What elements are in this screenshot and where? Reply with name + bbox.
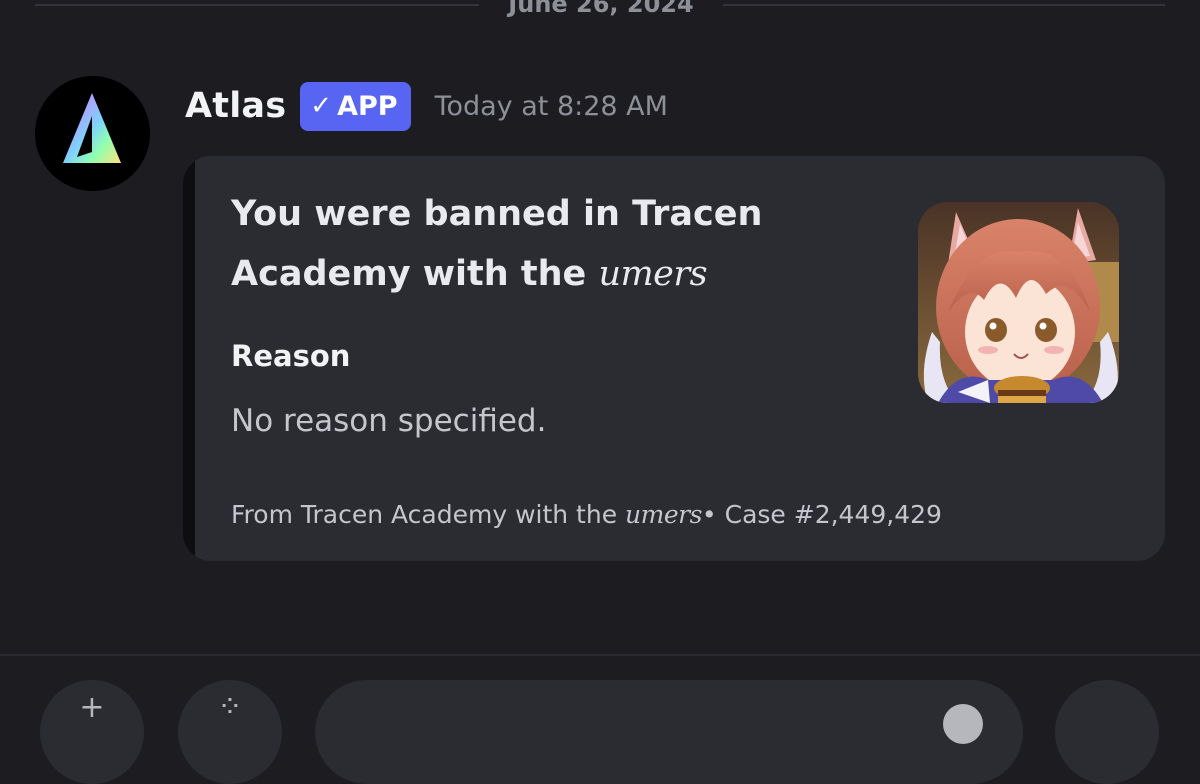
embed-title-script: umers (598, 254, 708, 294)
app-badge: ✓ APP (300, 81, 411, 131)
message-input[interactable] (315, 680, 1023, 784)
embed-card: You were banned in Tracen Academy with t… (183, 156, 1165, 561)
anime-character-thumbnail-icon (918, 202, 1119, 403)
embed-accent-bar (183, 156, 195, 561)
composer-divider (0, 654, 1200, 656)
date-divider: June 26, 2024 (35, 0, 1165, 20)
divider-line-left (35, 4, 479, 6)
rainbow-triangle-logo-icon (63, 93, 121, 163)
embed-title-line-2-text: Academy with the (231, 254, 599, 294)
embed-field-value: No reason specified. (231, 403, 547, 439)
divider-date: June 26, 2024 (508, 0, 694, 18)
footer-separator: • (701, 500, 717, 529)
app-badge-label: APP (337, 90, 398, 122)
embed-title: You were banned in Tracen Academy with t… (231, 184, 851, 304)
footer-case-number: Case #2,449,429 (716, 500, 942, 529)
add-attachment-button[interactable]: + (40, 680, 144, 784)
embed-footer: From Tracen Academy with the umers• Case… (231, 500, 942, 529)
embed-title-line-1: You were banned in Tracen (231, 194, 763, 234)
footer-script: umers (625, 500, 702, 529)
divider-line-right (723, 4, 1165, 6)
plus-icon: + (79, 690, 105, 725)
apps-button[interactable]: ⁘ (178, 680, 282, 784)
embed-title-line-2: Academy with the umers (231, 244, 851, 304)
username[interactable]: Atlas (185, 86, 286, 126)
emoji-icon[interactable] (943, 704, 983, 744)
gift-button[interactable] (1055, 680, 1159, 784)
footer-server-text: From Tracen Academy with the (231, 500, 626, 529)
message-timestamp: Today at 8:28 AM (434, 90, 668, 122)
embed-field-name: Reason (231, 339, 351, 373)
verified-check-icon: ✓ (310, 91, 333, 121)
apps-icon: ⁘ (217, 690, 243, 725)
avatar[interactable] (35, 76, 150, 191)
embed-thumbnail[interactable] (918, 202, 1119, 403)
message-header: Atlas ✓ APP Today at 8:28 AM (185, 78, 668, 134)
